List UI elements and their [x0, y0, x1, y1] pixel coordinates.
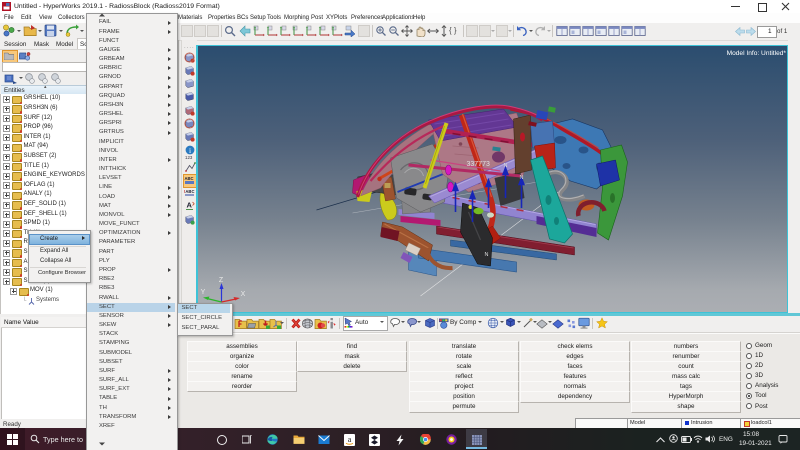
svg-text:i: i	[189, 145, 191, 154]
svg-text:A: A	[187, 201, 193, 210]
svg-text:N: N	[519, 175, 523, 181]
svg-text:337773: 337773	[466, 161, 489, 168]
svg-text:Z: Z	[219, 277, 224, 284]
svg-text:N: N	[503, 163, 507, 169]
svg-text:N: N	[484, 252, 488, 258]
svg-text:a: a	[347, 435, 351, 444]
svg-text:X: X	[241, 291, 246, 298]
svg-text:Y: Y	[201, 289, 206, 296]
